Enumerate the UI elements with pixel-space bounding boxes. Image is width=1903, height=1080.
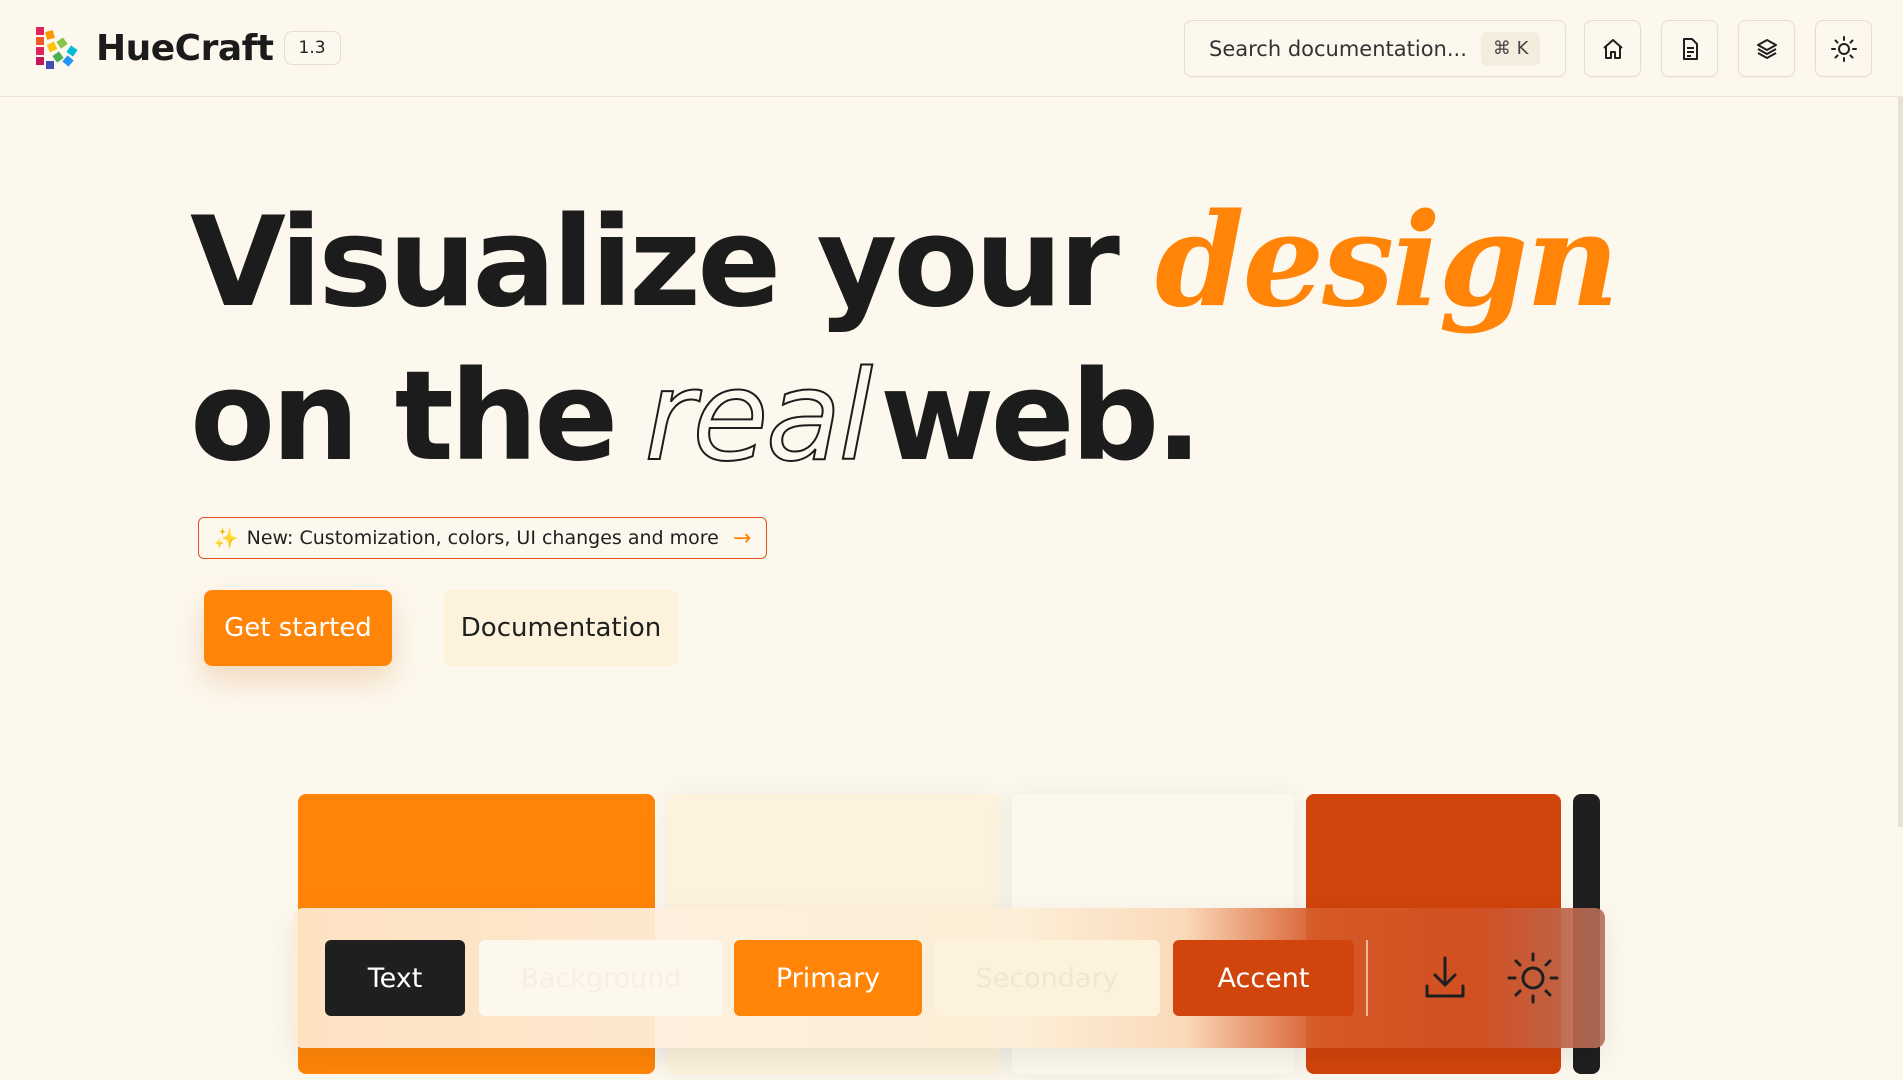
download-button[interactable] bbox=[1411, 944, 1479, 1012]
sparkles-icon: ✨ bbox=[213, 526, 239, 550]
sun-icon bbox=[1830, 35, 1857, 62]
arrow-right-icon: → bbox=[732, 525, 752, 551]
logo-icon bbox=[34, 25, 80, 71]
search-shortcut: ⌘ K bbox=[1480, 31, 1541, 66]
hero-line1-prefix: Visualize your bbox=[190, 191, 1120, 335]
download-icon bbox=[1425, 956, 1465, 998]
hero-accent-word: design bbox=[1155, 186, 1619, 336]
hero-headline-line-2: on the realweb. bbox=[190, 354, 1203, 480]
background-color-button[interactable]: Background bbox=[479, 940, 723, 1016]
scrollbar[interactable] bbox=[1898, 97, 1903, 827]
accent-color-button[interactable]: Accent bbox=[1173, 940, 1354, 1016]
primary-color-button[interactable]: Primary bbox=[734, 940, 922, 1016]
secondary-color-button[interactable]: Secondary bbox=[934, 940, 1160, 1016]
search-placeholder: Search documentation... bbox=[1209, 36, 1467, 61]
hero-headline-line-1: Visualize your design bbox=[190, 197, 1619, 325]
home-button[interactable] bbox=[1584, 20, 1641, 77]
search-input[interactable]: Search documentation... ⌘ K bbox=[1184, 20, 1566, 77]
announcement-banner[interactable]: ✨ New: Customization, colors, UI changes… bbox=[198, 517, 767, 559]
announcement-text: New: Customization, colors, UI changes a… bbox=[246, 527, 719, 549]
brand[interactable]: HueCraft 1.3 bbox=[34, 25, 341, 71]
version-badge: 1.3 bbox=[283, 31, 341, 65]
layers-button[interactable] bbox=[1738, 20, 1795, 77]
hero-line2-suffix: web. bbox=[880, 345, 1203, 489]
docs-button[interactable] bbox=[1661, 20, 1718, 77]
page: HueCraft 1.3 Search documentation... ⌘ K bbox=[0, 0, 1903, 1080]
documentation-button[interactable]: Documentation bbox=[444, 590, 678, 666]
brand-name: HueCraft bbox=[96, 27, 274, 69]
text-color-button[interactable]: Text bbox=[325, 940, 465, 1016]
document-icon bbox=[1682, 37, 1698, 60]
sun-icon bbox=[1507, 952, 1559, 1004]
toolbar-divider bbox=[1366, 940, 1368, 1016]
home-icon bbox=[1602, 38, 1623, 59]
hero-outline-word: real bbox=[643, 345, 874, 489]
hero-line2-prefix: on the bbox=[190, 345, 618, 489]
toolbar-theme-toggle[interactable] bbox=[1499, 944, 1567, 1012]
layers-icon bbox=[1756, 38, 1777, 59]
header: HueCraft 1.3 Search documentation... ⌘ K bbox=[0, 0, 1903, 97]
color-toolbar: Text Background Primary Secondary Accent bbox=[293, 908, 1605, 1048]
theme-toggle-button[interactable] bbox=[1815, 20, 1872, 77]
get-started-button[interactable]: Get started bbox=[204, 590, 392, 666]
